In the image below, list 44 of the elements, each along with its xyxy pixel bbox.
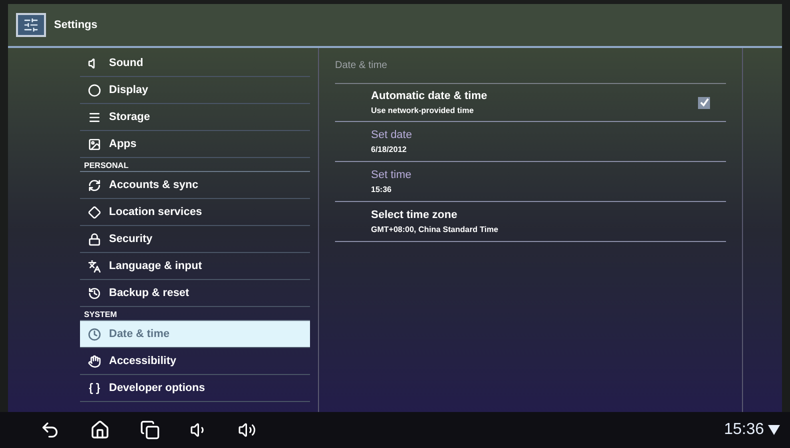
sidebar-item[interactable]: Apps (80, 131, 310, 158)
picture-icon (88, 138, 101, 150)
panel-heading: Date & time (335, 48, 726, 84)
diamond-icon (88, 206, 101, 218)
sidebar-item[interactable]: Date & time (80, 321, 310, 348)
back-icon[interactable] (40, 420, 60, 440)
recent-apps-icon[interactable] (140, 420, 160, 440)
sidebar-item[interactable]: Accounts & sync (80, 172, 310, 199)
storage-icon (88, 110, 101, 124)
sidebar-item[interactable]: Location services (80, 199, 310, 226)
action-bar-title: Settings (54, 18, 98, 33)
setting-title: Select time zone (371, 208, 458, 224)
setting-summary: GMT+08:00, China Standard Time (371, 224, 498, 236)
setting-title: Set date (371, 128, 412, 144)
sidebar-item[interactable]: Accessibility (80, 348, 310, 375)
restore-icon (88, 286, 101, 300)
volume-up-icon[interactable] (238, 421, 256, 439)
setting-summary: 6/18/2012 (371, 144, 408, 156)
clock: 15:36 (724, 420, 764, 440)
check-icon (700, 98, 708, 107)
checkbox[interactable] (698, 96, 710, 108)
sidebar-item[interactable]: Storage (80, 104, 310, 131)
sidebar-item[interactable]: Language & input (80, 253, 310, 280)
sidebar-item[interactable]: Security (80, 226, 310, 253)
sidebar-item[interactable]: Developer options (80, 375, 310, 402)
setting-summary: Use network-provided time (371, 104, 475, 117)
setting-row[interactable]: Automatic date & time Use network-provided time (335, 84, 726, 122)
home-icon[interactable] (90, 420, 110, 440)
clock-icon (88, 328, 101, 340)
setting-row[interactable]: Select time zone GMT+08:00, China Standard Time (335, 202, 726, 242)
hand-icon (88, 354, 101, 368)
setting-summary: 15:36 (371, 184, 392, 196)
sidebar-item[interactable]: Sound (80, 50, 310, 77)
setting-title: Automatic date & time (371, 89, 488, 104)
section-header: PERSONAL (84, 162, 128, 171)
section-header: SYSTEM (84, 311, 117, 320)
braces-icon (88, 382, 101, 394)
settings-app-icon[interactable] (16, 13, 46, 37)
sync-icon (88, 178, 101, 192)
wifi-icon (768, 425, 780, 435)
lock-icon (88, 232, 101, 246)
setting-title: Set time (371, 168, 412, 184)
sidebar-item[interactable]: Backup & reset (80, 280, 310, 307)
sidebar-item[interactable]: Display (80, 77, 310, 104)
